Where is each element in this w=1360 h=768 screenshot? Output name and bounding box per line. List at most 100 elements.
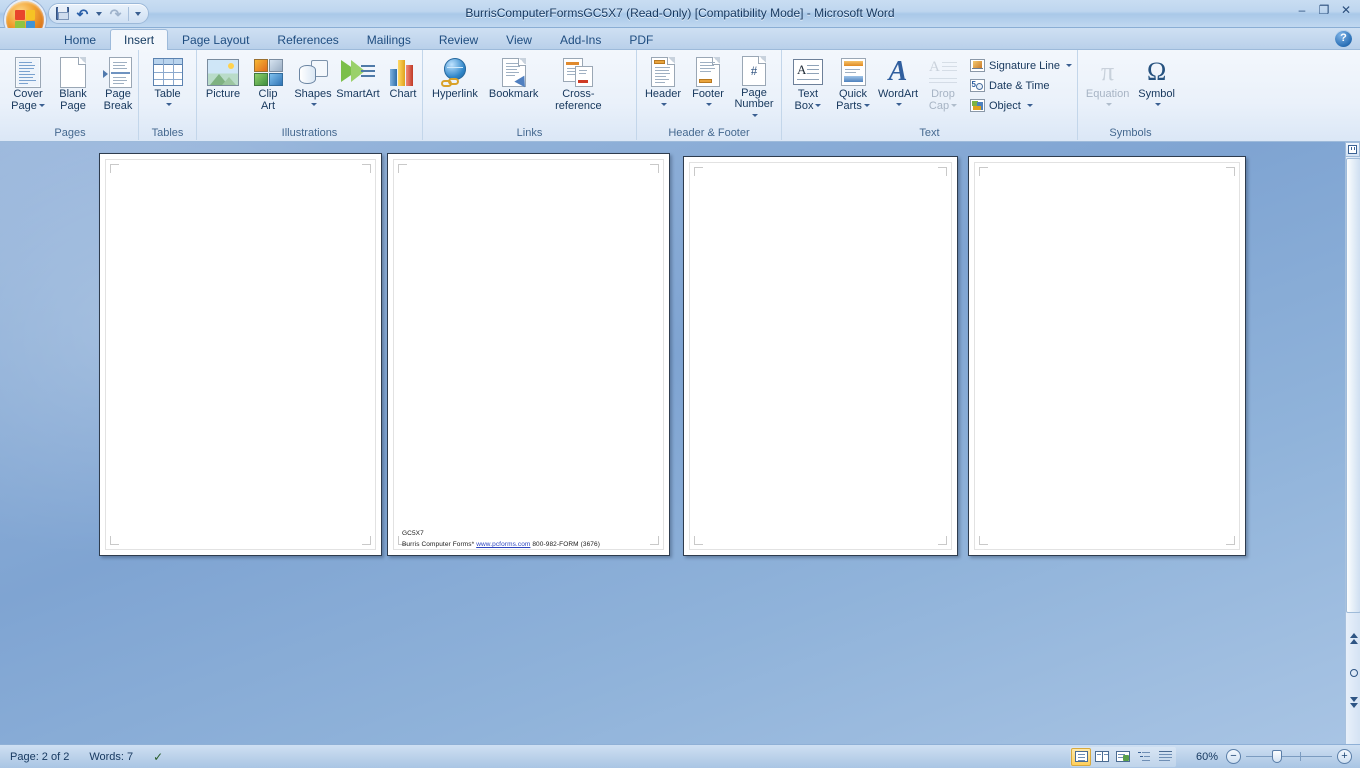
object-button[interactable]: Object [966, 96, 1078, 115]
chevron-down-icon [135, 11, 141, 16]
footer-button[interactable]: Footer [686, 53, 730, 123]
view-ruler-button[interactable] [1345, 142, 1360, 157]
wordart-dropdown[interactable] [894, 101, 902, 108]
symbol-button[interactable]: Ω Symbol [1134, 53, 1179, 123]
tab-view[interactable]: View [492, 29, 546, 50]
equation-button[interactable]: π Equation [1082, 53, 1133, 123]
document-page-3[interactable] [683, 156, 958, 556]
minimize-button[interactable]: – [1292, 2, 1312, 18]
chart-button[interactable]: Chart [381, 53, 425, 123]
vertical-scrollbar[interactable] [1345, 142, 1360, 744]
help-button[interactable]: ? [1335, 30, 1352, 47]
chevron-down-icon [1105, 102, 1112, 106]
zoom-slider-thumb[interactable] [1272, 750, 1282, 763]
tab-add-ins[interactable]: Add-Ins [546, 29, 615, 50]
cover-page-button[interactable]: Cover Page [6, 53, 50, 123]
document-page-4[interactable] [968, 156, 1246, 556]
next-page-button[interactable] [1346, 694, 1360, 711]
zoom-level-label[interactable]: 60% [1184, 751, 1218, 763]
proofing-status-button[interactable]: ✓ [143, 747, 173, 767]
header-button[interactable]: Header [641, 53, 685, 123]
ribbon-group-header-footer: Header Footer # Page Number Header & Foo… [636, 50, 781, 140]
table-dropdown[interactable] [164, 101, 172, 108]
tab-home[interactable]: Home [50, 29, 110, 50]
chevron-down-icon [896, 102, 902, 106]
page-number-button[interactable]: # Page Number [731, 53, 777, 123]
hyperlink-button[interactable]: Hyperlink [427, 53, 483, 123]
footer-label: Footer [692, 88, 724, 100]
date-time-button[interactable]: 5 Date & Time [966, 76, 1078, 95]
group-items-header-footer: Header Footer # Page Number [641, 53, 777, 126]
symbol-label: Symbol [1138, 88, 1175, 100]
document-text-line-1: GC5X7 [402, 530, 424, 537]
close-button[interactable]: ✕ [1336, 2, 1356, 18]
shapes-button[interactable]: Shapes [291, 53, 335, 123]
page-3-margin-guides [694, 167, 947, 545]
tab-mailings[interactable]: Mailings [353, 29, 425, 50]
tab-references[interactable]: References [263, 29, 352, 50]
select-browse-object-button[interactable] [1346, 664, 1360, 681]
document-canvas[interactable]: GC5X7 Burris Computer Forms* www.pcforms… [0, 142, 1345, 744]
blank-page-button[interactable]: Blank Page [51, 53, 95, 123]
scrollbar-thumb[interactable] [1346, 158, 1360, 613]
header-dropdown[interactable] [659, 101, 667, 108]
drop-cap-button[interactable]: A Drop Cap [921, 53, 965, 123]
title-bar: BurrisComputerFormsGC5X7 (Read-Only) [Co… [0, 0, 1360, 39]
outline-view-button[interactable] [1134, 748, 1154, 766]
smartart-label: SmartArt [336, 88, 380, 100]
cross-reference-button[interactable]: Cross-reference [544, 53, 612, 123]
signature-line-button[interactable]: Signature Line [966, 56, 1078, 75]
customize-qat-button[interactable] [132, 5, 144, 22]
text-box-button[interactable]: A Text Box [786, 53, 830, 123]
chevron-down-icon [661, 102, 667, 106]
bookmark-label: Bookmark [488, 88, 539, 100]
document-page-1[interactable] [99, 153, 382, 556]
smartart-button[interactable]: SmartArt [336, 53, 380, 123]
document-page-2[interactable]: GC5X7 Burris Computer Forms* www.pcforms… [387, 153, 670, 556]
group-items-links: Hyperlink Bookmark Cross-reference [427, 53, 632, 126]
page-break-button[interactable]: Page Break [96, 53, 140, 123]
pcforms-link[interactable]: www.pcforms.com [476, 541, 530, 548]
symbol-dropdown[interactable] [1153, 101, 1161, 108]
page-indicator[interactable]: Page: 2 of 2 [0, 747, 79, 767]
table-button[interactable]: Table [146, 53, 190, 123]
header-icon [651, 56, 675, 88]
footer-dropdown[interactable] [704, 101, 712, 108]
tab-pdf[interactable]: PDF [615, 29, 667, 50]
tab-page-layout[interactable]: Page Layout [168, 29, 263, 50]
hyperlink-label: Hyperlink [432, 88, 478, 100]
tab-review[interactable]: Review [425, 29, 492, 50]
ribbon-tab-strip: Home Insert Page Layout References Maili… [0, 28, 1360, 50]
print-layout-view-button[interactable] [1071, 747, 1091, 766]
print-layout-icon [1074, 751, 1088, 762]
word-application-window: BurrisComputerFormsGC5X7 (Read-Only) [Co… [0, 0, 1360, 768]
clip-art-button[interactable]: Clip Art [246, 53, 290, 123]
full-screen-reading-view-button[interactable] [1092, 748, 1112, 766]
ribbon: Cover Page Blank Page Page Break Pages T… [0, 50, 1360, 142]
web-layout-view-button[interactable] [1113, 748, 1133, 766]
draft-view-button[interactable] [1155, 748, 1175, 766]
tab-insert[interactable]: Insert [110, 29, 169, 50]
zoom-out-button[interactable]: − [1226, 749, 1241, 764]
redo-button[interactable]: ↷ [106, 5, 125, 22]
blank-page-label-2: Page [60, 99, 86, 112]
save-button[interactable] [53, 5, 72, 22]
quick-access-toolbar: ↶ ↷ [48, 3, 149, 24]
bookmark-button[interactable]: Bookmark [484, 53, 544, 123]
smartart-icon [341, 56, 375, 88]
form-phone-number: 800-982-FORM (3676) [532, 541, 600, 548]
quick-parts-button[interactable]: Quick Parts [831, 53, 875, 123]
zoom-slider-track[interactable] [1246, 749, 1332, 764]
undo-dropdown[interactable] [93, 5, 105, 22]
page-1-margin-guides [110, 164, 371, 545]
previous-page-button[interactable] [1346, 630, 1360, 647]
zoom-in-button[interactable]: + [1337, 749, 1352, 764]
shapes-dropdown[interactable] [309, 101, 317, 108]
equation-dropdown[interactable] [1104, 101, 1112, 108]
wordart-button[interactable]: A WordArt [876, 53, 920, 123]
word-count[interactable]: Words: 7 [79, 747, 143, 767]
picture-button[interactable]: Picture [201, 53, 245, 123]
status-bar-right: 60% − + [1070, 746, 1360, 767]
undo-button[interactable]: ↶ [73, 5, 92, 22]
restore-button[interactable]: ❐ [1314, 2, 1334, 18]
